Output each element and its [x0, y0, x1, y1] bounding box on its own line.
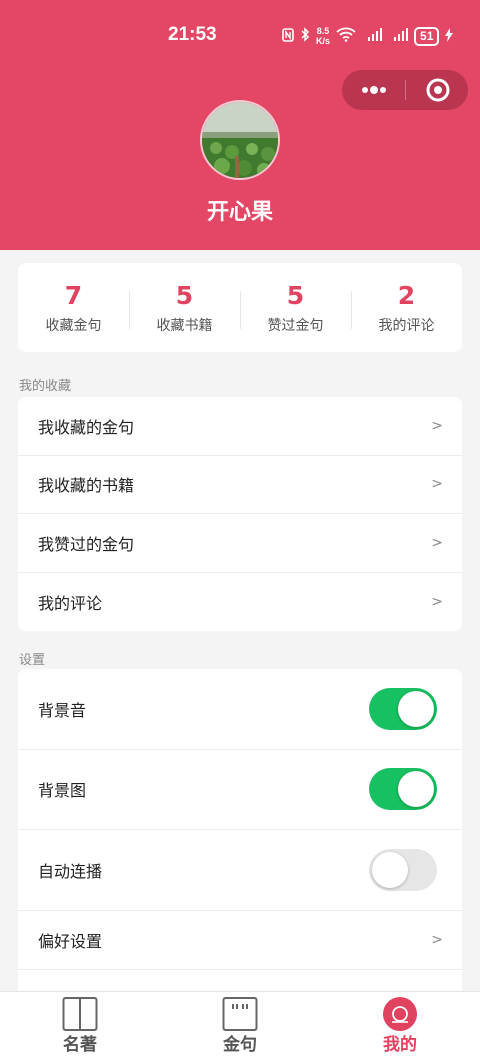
favorites-item-comments[interactable]: 我的评论 > [18, 573, 462, 632]
favorites-item-books[interactable]: 我收藏的书籍 > [18, 456, 462, 514]
list-item-label: 我赞过的金句 [38, 534, 135, 554]
setting-label: 背景图 [38, 781, 87, 801]
autoplay-toggle[interactable] [369, 848, 437, 891]
avatar-field-photo [202, 102, 278, 178]
stat-my-comments[interactable]: 2 我的评论 [351, 281, 462, 335]
tab-label: 我的 [383, 1035, 417, 1055]
tab-quotes[interactable]: 金句 [160, 992, 320, 1056]
chevron-right-icon: > [431, 476, 443, 493]
favorites-list: 我收藏的金句 > 我收藏的书籍 > 我赞过的金句 > 我的评论 > [18, 397, 462, 631]
setting-label: 偏好设置 [38, 931, 103, 951]
list-item-label: 我的评论 [38, 593, 103, 613]
user-nickname: 开心果 [206, 200, 273, 225]
list-item-label: 我收藏的书籍 [38, 476, 135, 496]
status-icons: 8.5 K/s 51 [282, 24, 462, 48]
chevron-right-icon: > [431, 593, 443, 610]
wifi-icon [336, 27, 356, 45]
miniprogram-capsule [342, 70, 468, 110]
background-image-toggle[interactable] [369, 768, 437, 811]
status-time: 21:53 [168, 24, 217, 45]
stat-value: 5 [286, 280, 305, 310]
stat-value: 2 [397, 280, 416, 310]
setting-background-music: 背景音 [18, 669, 462, 750]
bluetooth-icon [300, 27, 310, 45]
stat-label: 收藏书籍 [156, 317, 213, 334]
tab-classics[interactable]: 名著 [0, 992, 160, 1056]
stat-liked-quotes[interactable]: 5 赞过金句 [240, 281, 351, 335]
stat-favorite-quotes[interactable]: 7 收藏金句 [18, 281, 129, 335]
profile-icon [383, 997, 417, 1031]
signal-4g-icon [388, 27, 409, 45]
tab-label: 名著 [63, 1035, 97, 1055]
favorites-section-title: 我的收藏 [19, 379, 72, 394]
quote-icon [222, 997, 258, 1031]
battery-indicator: 51 [414, 26, 440, 46]
bottom-tab-bar: 名著 金句 我的 [0, 991, 480, 1056]
setting-background-image: 背景图 [18, 750, 462, 830]
stat-label: 赞过金句 [267, 317, 324, 334]
stat-favorite-books[interactable]: 5 收藏书籍 [129, 281, 240, 335]
background-music-toggle[interactable] [369, 687, 437, 730]
toggle-knob [398, 690, 434, 727]
setting-preferences[interactable]: 偏好设置 > [18, 911, 462, 970]
setting-autoplay: 自动连播 [18, 830, 462, 911]
book-icon [62, 997, 98, 1031]
chevron-right-icon: > [431, 417, 443, 434]
tab-mine[interactable]: 我的 [320, 992, 480, 1056]
toggle-knob [398, 771, 434, 808]
favorites-item-quotes[interactable]: 我收藏的金句 > [18, 397, 462, 456]
favorites-item-liked[interactable]: 我赞过的金句 > [18, 514, 462, 573]
settings-list: 背景音 背景图 自动连播 偏好设置 > [18, 669, 462, 999]
chevron-right-icon: > [431, 534, 443, 551]
nfc-icon [282, 27, 294, 45]
settings-section-title: 设置 [19, 653, 46, 668]
toggle-knob [372, 851, 408, 888]
setting-label: 自动连播 [38, 861, 103, 881]
list-item-label: 我收藏的金句 [38, 417, 135, 437]
charging-icon [445, 27, 454, 45]
status-bar: 21:53 8.5 K/s 51 [0, 22, 480, 50]
stat-value: 5 [175, 280, 194, 310]
profile-header: 21:53 8.5 K/s 51 开心果 [0, 0, 480, 250]
stat-label: 收藏金句 [45, 317, 102, 334]
target-circle-icon [426, 78, 450, 102]
more-options-button[interactable] [342, 70, 405, 110]
tab-label: 金句 [223, 1035, 257, 1055]
stat-value: 7 [64, 280, 83, 310]
stats-card: 7 收藏金句 5 收藏书籍 5 赞过金句 2 我的评论 [18, 263, 462, 352]
more-dots-icon [362, 86, 386, 94]
close-miniprogram-button[interactable] [406, 70, 468, 110]
setting-label: 背景音 [38, 700, 87, 720]
stat-label: 我的评论 [378, 317, 435, 334]
chevron-right-icon: > [431, 931, 443, 948]
network-speed: 8.5 K/s [316, 26, 331, 46]
signal-5g-icon [362, 27, 383, 45]
avatar[interactable] [200, 100, 280, 180]
